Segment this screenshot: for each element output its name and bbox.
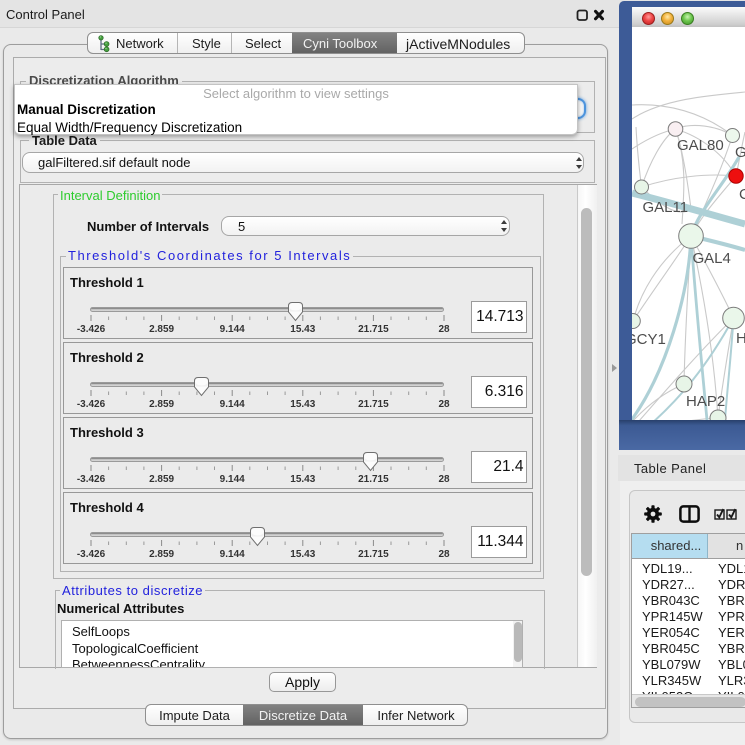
svg-text:G: G <box>735 144 745 161</box>
svg-text:GAL11: GAL11 <box>643 199 689 216</box>
svg-text:HAP2: HAP2 <box>686 393 725 410</box>
svg-text:H: H <box>736 330 745 347</box>
svg-text:GAL80: GAL80 <box>677 137 724 154</box>
svg-text:C: C <box>739 186 745 203</box>
svg-text:GCY1: GCY1 <box>632 331 666 348</box>
svg-text:GAL4: GAL4 <box>693 250 731 267</box>
